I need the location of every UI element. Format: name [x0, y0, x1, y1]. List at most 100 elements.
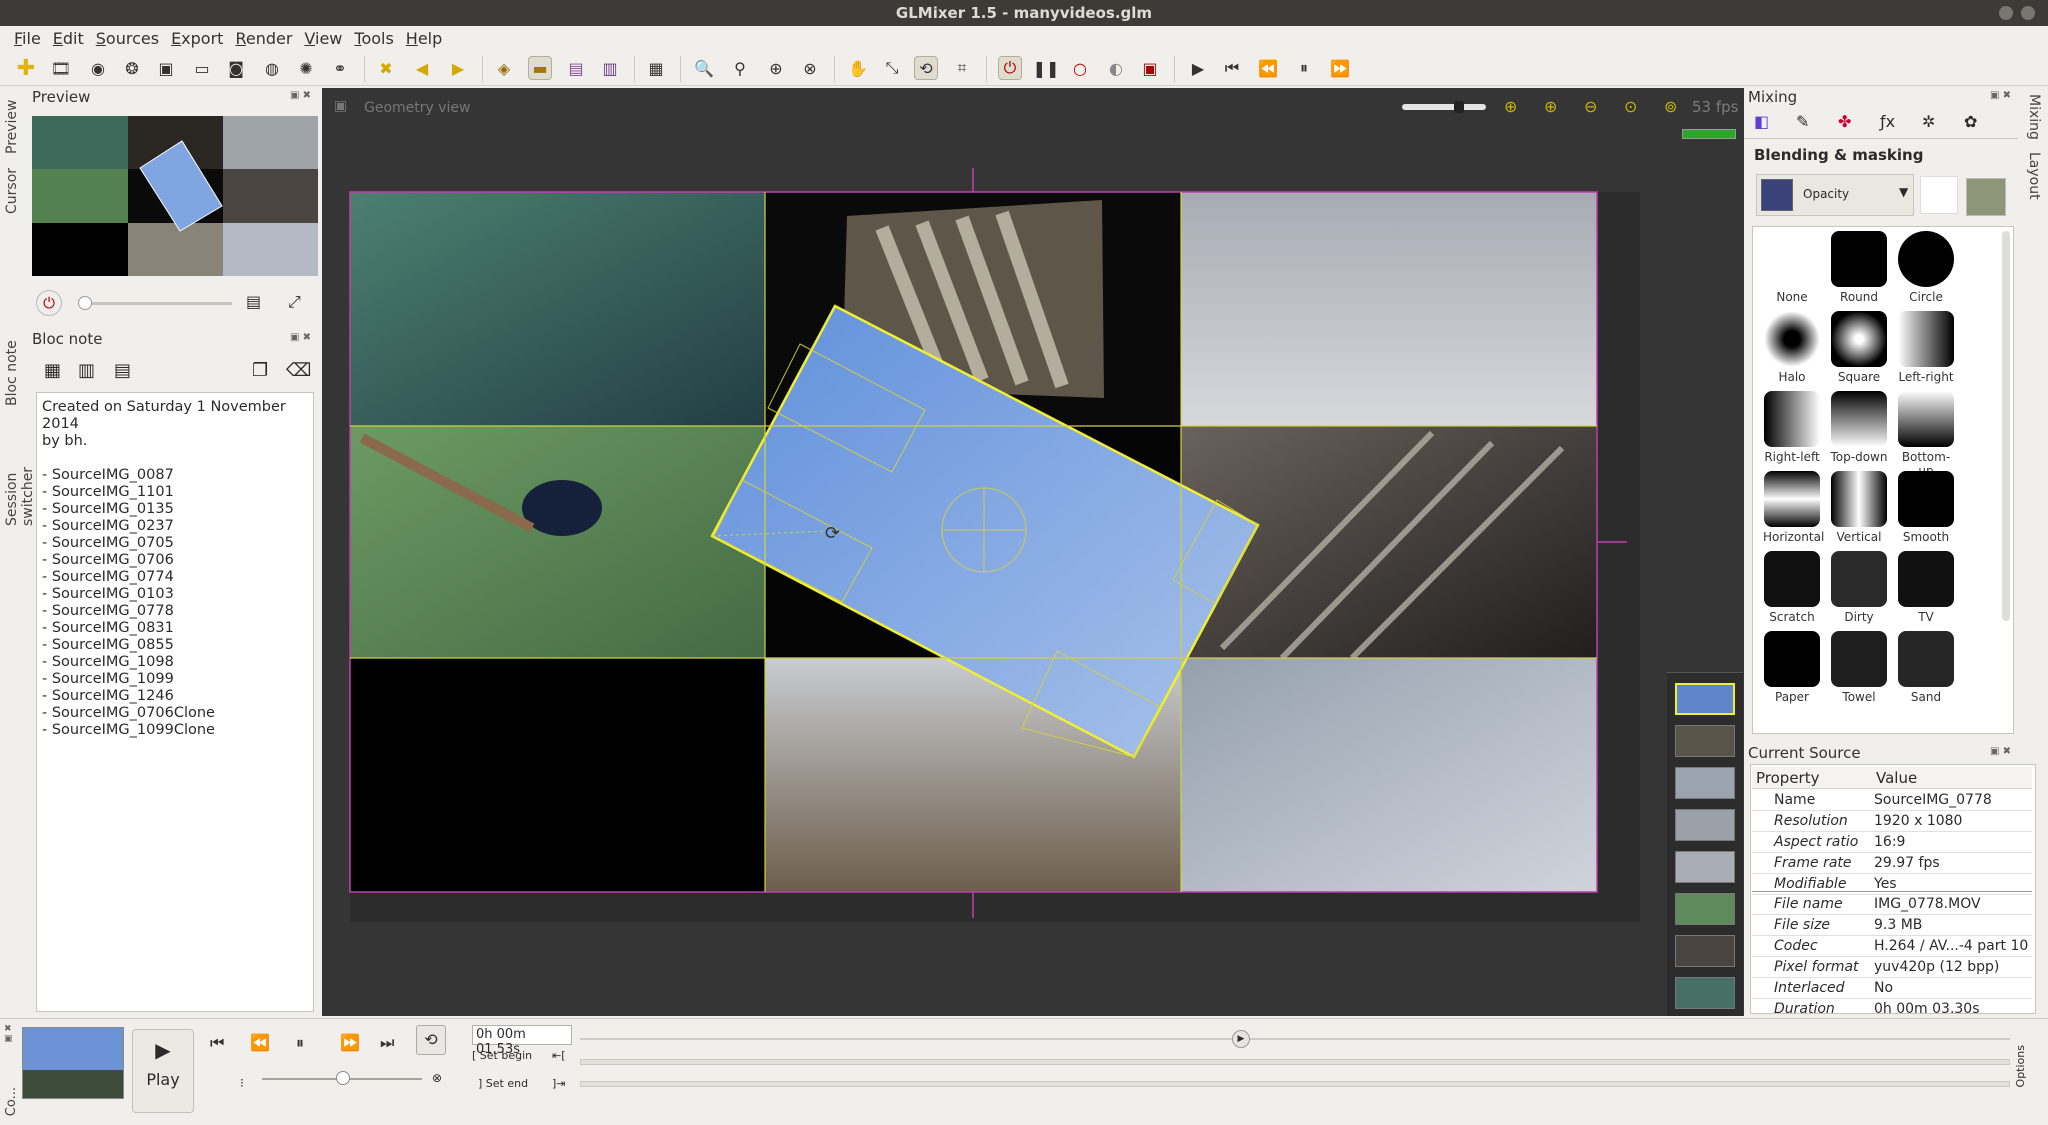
- property-row[interactable]: Pixel format yuv420p (12 bpp): [1752, 957, 2032, 978]
- mask-horizontal[interactable]: Horizontal: [1763, 471, 1824, 544]
- camera-source-icon[interactable]: ◉: [86, 56, 110, 80]
- property-row[interactable]: Name SourceIMG_0778: [1752, 790, 2032, 811]
- thumbnail-source[interactable]: [1675, 851, 1735, 883]
- go-end-mark-icon[interactable]: ]⇥: [552, 1077, 566, 1090]
- catalog-view-icon[interactable]: ▦: [644, 56, 668, 80]
- preview-dock-buttons[interactable]: ▣ ✖: [290, 90, 311, 101]
- thumbnail-source[interactable]: [1675, 893, 1735, 925]
- current-source-dock-buttons[interactable]: ▣ ✖: [1990, 746, 2011, 757]
- menu-file[interactable]: File: [8, 26, 47, 50]
- rewind-icon[interactable]: ⏪: [250, 1033, 270, 1052]
- color-tab-icon[interactable]: ✎: [1796, 112, 1809, 131]
- mask-list[interactable]: None Round Circle Halo Square Left-right Right…: [1752, 226, 2014, 734]
- clone-source-icon[interactable]: ⚭: [328, 56, 352, 80]
- player-dock-buttons[interactable]: ✖ ▣: [4, 1024, 13, 1044]
- go-end-icon[interactable]: ⏭: [380, 1033, 394, 1053]
- crop-tool-icon[interactable]: ⌗: [950, 56, 974, 80]
- tab-bloc-note[interactable]: Bloc note: [4, 336, 20, 406]
- zoom-plus-icon[interactable]: ⊕: [764, 56, 788, 80]
- set-end-button[interactable]: ] Set end: [478, 1077, 528, 1090]
- scale-tool-icon[interactable]: ⤡: [880, 56, 904, 80]
- tab-mixing[interactable]: Mixing: [2026, 94, 2042, 140]
- menu-help[interactable]: Help: [400, 26, 448, 50]
- mask-tv[interactable]: TV: [1897, 551, 1955, 624]
- mask-top-down[interactable]: Top-down: [1830, 391, 1888, 464]
- clear-note-icon[interactable]: ⌫: [286, 360, 311, 381]
- mask-vertical[interactable]: Vertical: [1830, 471, 1888, 544]
- close-button[interactable]: [2021, 6, 2035, 20]
- screenshot-icon[interactable]: ▣: [1138, 56, 1162, 80]
- presets-tab-icon[interactable]: ✿: [1964, 112, 1977, 131]
- reset-speed-icon[interactable]: ⊗: [432, 1071, 442, 1085]
- property-row[interactable]: Codec H.264 / AV...-4 part 10: [1752, 936, 2032, 957]
- go-start-icon[interactable]: ⏮: [210, 1033, 224, 1053]
- blend-mode-select[interactable]: Opacity ▼: [1756, 174, 1914, 216]
- mask-scratch[interactable]: Scratch: [1763, 551, 1821, 624]
- mask-bottom-up[interactable]: Bottom-up: [1897, 391, 1955, 478]
- preview-fullscreen-icon[interactable]: ⤢: [288, 292, 301, 312]
- loop-button[interactable]: ⟲: [416, 1025, 446, 1055]
- pause-output-icon[interactable]: ❚❚: [1033, 56, 1060, 80]
- filter-tab-icon[interactable]: ✲: [1922, 112, 1935, 131]
- preview-power-icon[interactable]: ⏻: [36, 290, 62, 316]
- gamma-tab-icon[interactable]: ✤: [1838, 112, 1851, 131]
- new-source-icon[interactable]: ✚: [14, 56, 38, 81]
- mask-left-right[interactable]: Left-right: [1897, 311, 1955, 384]
- pause-icon[interactable]: ⏸: [296, 1033, 304, 1053]
- previous-source-icon[interactable]: ◀: [410, 56, 434, 80]
- rendering-view-icon[interactable]: ▥: [598, 56, 622, 80]
- mask-list-scrollbar[interactable]: [2002, 231, 2010, 621]
- grab-tool-icon[interactable]: ✋: [846, 56, 870, 80]
- effects-tab-icon[interactable]: ƒx: [1880, 112, 1895, 131]
- property-row[interactable]: Duration 0h 00m 03.30s: [1752, 999, 2032, 1020]
- thumbnail-source[interactable]: [1675, 935, 1735, 967]
- geometry-view[interactable]: ▣ Geometry view ⊕ ⊕ ⊖ ⊙ ⊚ 53 fps ⟳: [322, 88, 1744, 1016]
- menu-sources[interactable]: Sources: [90, 26, 165, 50]
- mixing-dock-buttons[interactable]: ▣ ✖: [1990, 90, 2011, 101]
- zoom-fit-icon[interactable]: ⚲: [728, 56, 752, 80]
- paste-icon[interactable]: ▤: [114, 360, 131, 381]
- mixing-view-icon[interactable]: ◈: [492, 56, 516, 80]
- fast-forward-icon[interactable]: ⏩: [1328, 56, 1352, 80]
- menu-view[interactable]: View: [298, 26, 348, 50]
- play-button[interactable]: ▶ Play: [132, 1029, 194, 1113]
- property-row[interactable]: File size 9.3 MB: [1752, 915, 2032, 936]
- photo-source-icon[interactable]: ◙: [224, 56, 248, 80]
- delete-source-icon[interactable]: ✖: [374, 56, 398, 80]
- menu-edit[interactable]: Edit: [47, 26, 90, 50]
- insert-date-icon[interactable]: ▦: [44, 360, 61, 381]
- mask-halo[interactable]: Halo: [1763, 311, 1821, 384]
- thumbnail-source[interactable]: [1675, 977, 1735, 1009]
- tab-session-switcher[interactable]: Session switcher: [4, 416, 36, 526]
- tab-cursor[interactable]: Cursor: [4, 164, 20, 214]
- tab-preview[interactable]: Preview: [4, 94, 20, 155]
- options-button[interactable]: Options: [2014, 1045, 2027, 1087]
- insert-list-icon[interactable]: ▥: [78, 360, 95, 381]
- property-row[interactable]: Interlaced No: [1752, 978, 2032, 999]
- end-range-bar[interactable]: [580, 1081, 2010, 1087]
- stream-icon[interactable]: ◐: [1104, 56, 1128, 80]
- screen-source-icon[interactable]: ▭: [190, 56, 214, 80]
- geometry-view-icon[interactable]: ▬: [528, 56, 552, 80]
- mask-round[interactable]: Round: [1830, 231, 1888, 304]
- mask-right-left[interactable]: Right-left: [1763, 391, 1821, 464]
- mask-none[interactable]: None: [1763, 231, 1821, 304]
- copy-icon[interactable]: ❐: [252, 360, 268, 381]
- thumbnail-source[interactable]: [1675, 683, 1735, 715]
- preview-slider[interactable]: [78, 296, 232, 310]
- menu-render[interactable]: Render: [229, 26, 298, 50]
- blocnote-text-area[interactable]: Created on Saturday 1 November 2014 by bh…: [36, 392, 314, 1012]
- property-row[interactable]: Frame rate 29.97 fps: [1752, 853, 2032, 874]
- minimize-button[interactable]: [1999, 6, 2013, 20]
- thumbnail-source[interactable]: [1675, 767, 1735, 799]
- fast-forward-icon[interactable]: ⏩: [340, 1033, 360, 1052]
- video-source-icon[interactable]: 🎞: [49, 56, 73, 80]
- zoom-reset-icon[interactable]: ⊗: [798, 56, 822, 80]
- web-source-icon[interactable]: ◍: [260, 56, 284, 80]
- mask-paper[interactable]: Paper: [1763, 631, 1821, 704]
- go-begin-icon[interactable]: ⏮: [1220, 56, 1244, 80]
- tab-layout[interactable]: Layout: [2026, 152, 2042, 200]
- menu-tools[interactable]: Tools: [348, 26, 399, 50]
- rewind-icon[interactable]: ⏪: [1256, 56, 1280, 80]
- render-source-icon[interactable]: ▣: [154, 56, 178, 80]
